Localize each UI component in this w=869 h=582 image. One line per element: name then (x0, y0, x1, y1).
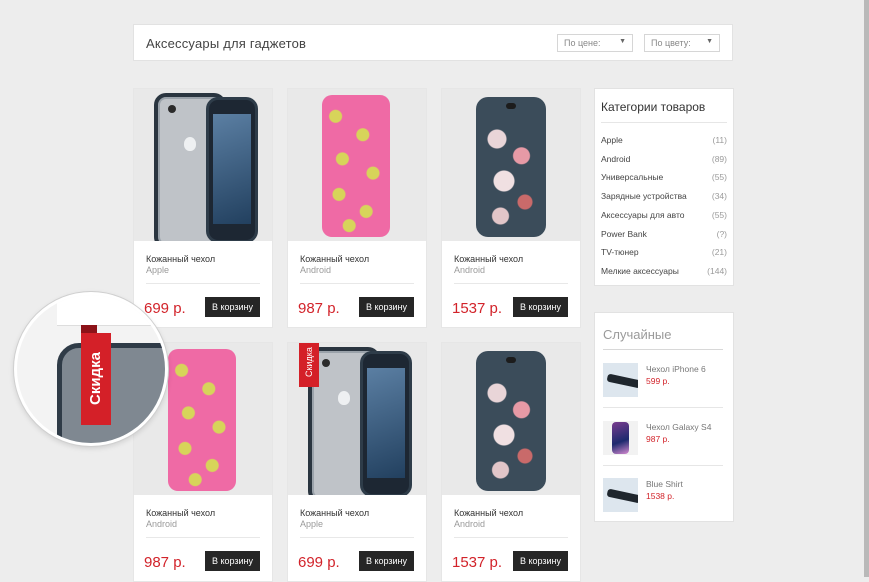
product-image[interactable]: Скидка (288, 343, 426, 495)
category-label[interactable]: Мелкие аксессуары (601, 266, 679, 276)
add-to-cart-button[interactable]: В корзину (359, 297, 414, 317)
product-brand: Apple (146, 265, 170, 275)
product-image[interactable] (442, 89, 580, 241)
add-to-cart-button[interactable]: В корзину (513, 297, 568, 317)
random-product-thumbnail[interactable] (603, 421, 638, 455)
product-price: 1537 р. (452, 300, 503, 317)
random-products-panel: Случайные Чехол iPhone 6 599 р. Чехол Ga… (594, 312, 734, 522)
category-count: (21) (711, 247, 727, 257)
category-count: (34) (711, 191, 727, 201)
category-label[interactable]: Apple (601, 135, 623, 145)
product-brand: Android (454, 265, 486, 275)
chevron-down-icon: ▼ (706, 38, 713, 45)
category-count: (?) (716, 229, 727, 239)
product-name[interactable]: Кожанный чехол (300, 254, 369, 264)
random-product-price: 987 р. (646, 434, 670, 444)
product-name[interactable]: Кожанный чехол (300, 508, 369, 518)
phone-case-image (168, 349, 236, 491)
phone-case-image (322, 95, 390, 237)
product-price: 987 р. (144, 554, 186, 571)
category-count: (89) (711, 154, 727, 164)
category-label[interactable]: Зарядные устройства (601, 191, 687, 201)
category-label[interactable]: Аксессуары для авто (601, 210, 685, 220)
product-name[interactable]: Кожанный чехол (146, 254, 215, 264)
product-brand: Android (300, 265, 332, 275)
product-brand: Android (146, 519, 178, 529)
random-product-thumbnail[interactable] (603, 478, 638, 512)
random-product-name[interactable]: Blue Shirt (646, 479, 683, 489)
product-brand: Android (454, 519, 486, 529)
sort-by-price-label: По цене: (564, 38, 601, 48)
category-count: (55) (711, 172, 727, 182)
product-name[interactable]: Кожанный чехол (146, 508, 215, 518)
category-count: (55) (711, 210, 727, 220)
product-card[interactable]: Кожанный чехол Android 1537 р. В корзину (441, 342, 581, 582)
categories-title: Категории товаров (601, 100, 706, 114)
random-title: Случайные (603, 327, 672, 342)
scrollbar[interactable] (864, 0, 869, 577)
random-product-price: 1538 р. (646, 491, 675, 501)
product-price: 1537 р. (452, 554, 503, 571)
sort-by-color-label: По цвету: (651, 38, 691, 48)
discount-badge-zoom: Скидка (81, 333, 111, 425)
product-card[interactable]: Кожанный чехол Apple 699 р. В корзину (133, 88, 273, 328)
category-item[interactable]: TV-тюнер (21) (601, 247, 727, 263)
apple-logo-icon (338, 391, 350, 405)
sort-by-color-select[interactable]: По цвету: ▼ (644, 34, 720, 52)
category-label[interactable]: Power Bank (601, 229, 647, 239)
category-label[interactable]: TV-тюнер (601, 247, 639, 257)
random-product-item[interactable]: Blue Shirt 1538 р. (603, 478, 725, 518)
add-to-cart-button[interactable]: В корзину (359, 551, 414, 571)
product-card[interactable]: Кожанный чехол Android 1537 р. В корзину (441, 88, 581, 328)
add-to-cart-button[interactable]: В корзину (205, 551, 260, 571)
sort-by-price-select[interactable]: По цене: ▼ (557, 34, 633, 52)
apple-logo-icon (184, 137, 196, 151)
chevron-down-icon: ▼ (619, 38, 626, 45)
product-image[interactable] (442, 343, 580, 495)
random-product-price: 599 р. (646, 376, 670, 386)
random-product-item[interactable]: Чехол iPhone 6 599 р. (603, 363, 725, 403)
random-product-item[interactable]: Чехол Galaxy S4 987 р. (603, 421, 725, 461)
phone-frame-zoom (57, 343, 165, 443)
category-item[interactable]: Мелкие аксессуары (144) (601, 266, 727, 282)
product-name[interactable]: Кожанный чехол (454, 508, 523, 518)
categories-panel: Категории товаров Apple (11) Android (89… (594, 88, 734, 286)
random-product-name[interactable]: Чехол iPhone 6 (646, 364, 706, 374)
phone-case-image (476, 351, 546, 491)
category-label[interactable]: Android (601, 154, 630, 164)
catalog-header: Аксессуары для гаджетов По цене: ▼ По цв… (133, 24, 733, 61)
add-to-cart-button[interactable]: В корзину (513, 551, 568, 571)
random-product-name[interactable]: Чехол Galaxy S4 (646, 422, 711, 432)
category-item[interactable]: Зарядные устройства (34) (601, 191, 727, 207)
discount-magnifier-callout: Скидка (14, 292, 168, 446)
category-item[interactable]: Аксессуары для авто (55) (601, 210, 727, 226)
category-item[interactable]: Apple (11) (601, 135, 727, 151)
random-product-thumbnail[interactable] (603, 363, 638, 397)
page-title: Аксессуары для гаджетов (146, 36, 307, 51)
phone-front-image (360, 351, 412, 495)
product-price: 699 р. (298, 554, 340, 571)
category-item[interactable]: Power Bank (?) (601, 229, 727, 245)
product-name[interactable]: Кожанный чехол (454, 254, 523, 264)
phone-front-image (206, 97, 258, 241)
discount-badge: Скидка (299, 343, 319, 387)
product-brand: Apple (300, 519, 324, 529)
category-item[interactable]: Универсальные (55) (601, 172, 727, 188)
product-card[interactable]: Кожанный чехол Android 987 р. В корзину (287, 88, 427, 328)
phone-case-image (476, 97, 546, 237)
product-price: 987 р. (298, 300, 340, 317)
category-count: (11) (712, 135, 728, 145)
category-item[interactable]: Android (89) (601, 154, 727, 170)
product-image[interactable] (288, 89, 426, 241)
category-count: (144) (707, 266, 727, 276)
product-card[interactable]: Скидка Кожанный чехол Apple 699 р. В кор… (287, 342, 427, 582)
product-image[interactable] (134, 89, 272, 241)
add-to-cart-button[interactable]: В корзину (205, 297, 260, 317)
category-label[interactable]: Универсальные (601, 172, 663, 182)
